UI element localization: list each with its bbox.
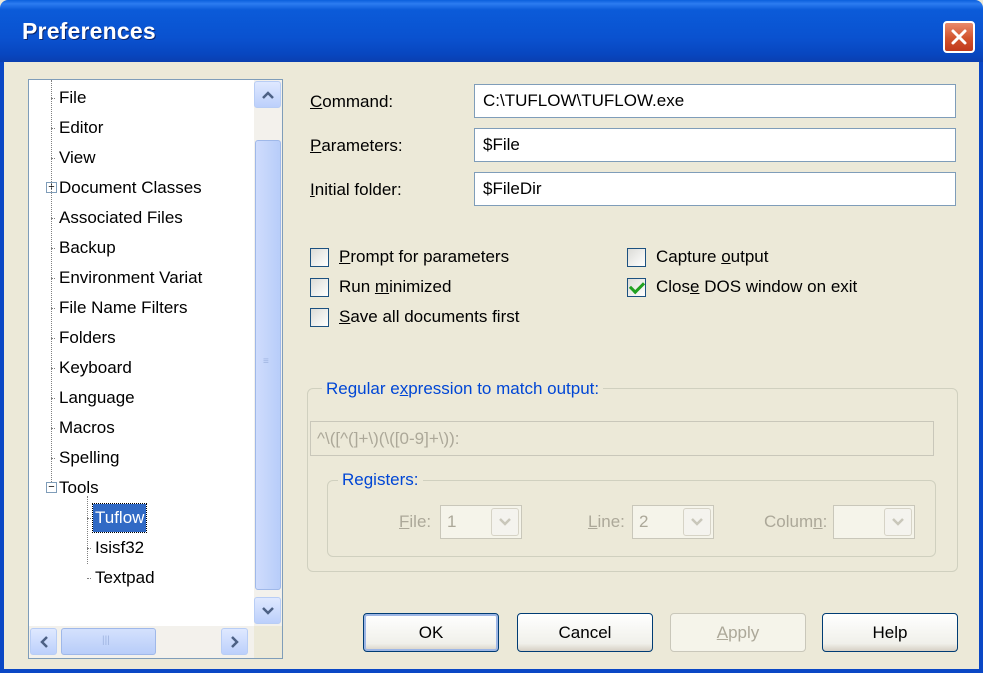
tree-item-tuflow[interactable]: Tuflow: [29, 503, 254, 533]
scroll-right-button[interactable]: [221, 628, 248, 655]
column-register-label: Column:: [764, 512, 828, 531]
title-bar[interactable]: Preferences: [0, 0, 983, 62]
file-register-label: File:: [399, 512, 432, 531]
close-icon: [951, 29, 967, 45]
checkbox-label: Save all documents first: [339, 307, 520, 326]
tree-item-label: Associated Files: [59, 208, 183, 227]
scroll-left-button[interactable]: [30, 628, 57, 655]
checkbox-label: Close DOS window on exit: [656, 277, 858, 296]
horizontal-scroll-thumb[interactable]: |||: [61, 628, 156, 655]
tree-item-macros[interactable]: Macros: [29, 414, 254, 442]
apply-button[interactable]: Apply: [670, 613, 806, 652]
tree-item-label: Textpad: [95, 568, 155, 587]
dropdown-arrow[interactable]: [683, 508, 711, 536]
tree-item-label: Macros: [59, 418, 115, 437]
chevron-down-icon: [691, 518, 703, 526]
tree-item-label: Keyboard: [59, 358, 132, 377]
prompt-for-parameters-checkbox[interactable]: Prompt for parameters: [310, 247, 509, 267]
ok-button[interactable]: OK: [363, 613, 499, 652]
checkbox-box[interactable]: [627, 277, 646, 297]
tree-item-label: Spelling: [59, 448, 120, 467]
save-all-documents-checkbox[interactable]: Save all documents first: [310, 307, 519, 327]
chevron-down-icon: [261, 606, 274, 615]
initial-folder-label: Initial folder:: [310, 180, 402, 199]
file-register-select[interactable]: 1: [440, 505, 522, 539]
tree-item-tools[interactable]: − Tools: [29, 474, 254, 502]
tree-item-view[interactable]: View: [29, 144, 254, 172]
scroll-up-button[interactable]: [254, 81, 281, 108]
checkbox-label: Run minimized: [339, 277, 452, 296]
chevron-down-icon: [892, 518, 904, 526]
tree-item-associated-files[interactable]: Associated Files: [29, 204, 254, 232]
tree-item-isisf32[interactable]: Isisf32: [29, 534, 254, 562]
checkbox-box[interactable]: [310, 277, 329, 297]
initial-folder-field[interactable]: $FileDir: [474, 172, 956, 206]
chevron-right-icon: [230, 635, 239, 648]
tree-item-label: File Name Filters: [59, 298, 188, 317]
tree-item-file-name-filters[interactable]: File Name Filters: [29, 294, 254, 322]
tree-item-folders[interactable]: Folders: [29, 324, 254, 352]
tree-item-label: View: [59, 148, 96, 167]
cancel-button[interactable]: Cancel: [517, 613, 653, 652]
tree-viewport: File Editor View + Document Classes Associate…: [29, 80, 254, 626]
regex-group-title: Regular expression to match output:: [322, 379, 604, 399]
checkbox-label: Capture output: [656, 247, 769, 266]
tree-item-label: Backup: [59, 238, 116, 257]
tree-item-label: Document Classes: [59, 178, 202, 197]
tree-horizontal-scrollbar[interactable]: |||: [29, 626, 254, 658]
grip-icon: |||: [102, 635, 110, 646]
tree-item-language[interactable]: Language: [29, 384, 254, 412]
tree-item-label: Editor: [59, 118, 104, 137]
tree-item-label: Tools: [59, 478, 99, 497]
registers-group-title: Registers:: [338, 470, 423, 490]
checkbox-box[interactable]: [627, 247, 646, 267]
tree-item-label: Language: [59, 388, 135, 407]
dropdown-arrow[interactable]: [491, 508, 519, 536]
capture-output-checkbox[interactable]: Capture output: [627, 247, 768, 267]
parameters-field[interactable]: $File: [474, 128, 956, 162]
run-minimized-checkbox[interactable]: Run minimized: [310, 277, 451, 297]
category-tree[interactable]: File Editor View + Document Classes Associate…: [28, 79, 283, 659]
help-button[interactable]: Help: [822, 613, 958, 652]
tree-item-label: Environment Variat: [59, 268, 203, 287]
tree-item-document-classes[interactable]: + Document Classes: [29, 174, 254, 202]
line-register-select[interactable]: 2: [632, 505, 714, 539]
tree-item-keyboard[interactable]: Keyboard: [29, 354, 254, 382]
scrollbar-corner: [254, 626, 282, 658]
tree-item-spelling[interactable]: Spelling: [29, 444, 254, 472]
regex-field[interactable]: ^\([^(]+\)(\([0-9]+\)):: [310, 421, 934, 456]
checkbox-box[interactable]: [310, 247, 329, 267]
tree-item-textpad[interactable]: Textpad: [29, 564, 254, 592]
command-label: Command:: [310, 92, 394, 111]
tree-item-label: Tuflow: [91, 503, 148, 533]
tree-item-label: Isisf32: [95, 538, 145, 557]
close-dos-window-checkbox[interactable]: Close DOS window on exit: [627, 277, 857, 297]
close-button[interactable]: [943, 21, 975, 53]
chevron-left-icon: [39, 635, 48, 648]
checkbox-box[interactable]: [310, 307, 329, 327]
column-register-select[interactable]: [833, 505, 915, 539]
tree-item-file[interactable]: File: [29, 84, 254, 112]
command-field[interactable]: C:\TUFLOW\TUFLOW.exe: [474, 84, 956, 118]
dropdown-arrow[interactable]: [884, 508, 912, 536]
chevron-up-icon: [261, 90, 274, 99]
window-title: Preferences: [22, 18, 156, 44]
tree-item-backup[interactable]: Backup: [29, 234, 254, 262]
tree-item-label: File: [59, 88, 87, 107]
tree-vertical-scrollbar[interactable]: ≡: [254, 80, 282, 626]
chevron-down-icon: [499, 518, 511, 526]
tree-connector: [51, 80, 52, 482]
tree-item-environment-variat[interactable]: Environment Variat: [29, 264, 254, 292]
collapse-icon[interactable]: −: [46, 482, 57, 493]
parameters-label: Parameters:: [310, 136, 403, 155]
tree-item-editor[interactable]: Editor: [29, 114, 254, 142]
tree-item-label: Folders: [59, 328, 116, 347]
checkbox-label: Prompt for parameters: [339, 247, 510, 266]
grip-icon: ≡: [263, 356, 269, 367]
line-register-label: Line:: [588, 512, 625, 531]
tree-connector: [87, 496, 88, 564]
scroll-down-button[interactable]: [254, 597, 281, 624]
vertical-scroll-thumb[interactable]: ≡: [255, 140, 281, 590]
tree-connector: [87, 578, 91, 579]
